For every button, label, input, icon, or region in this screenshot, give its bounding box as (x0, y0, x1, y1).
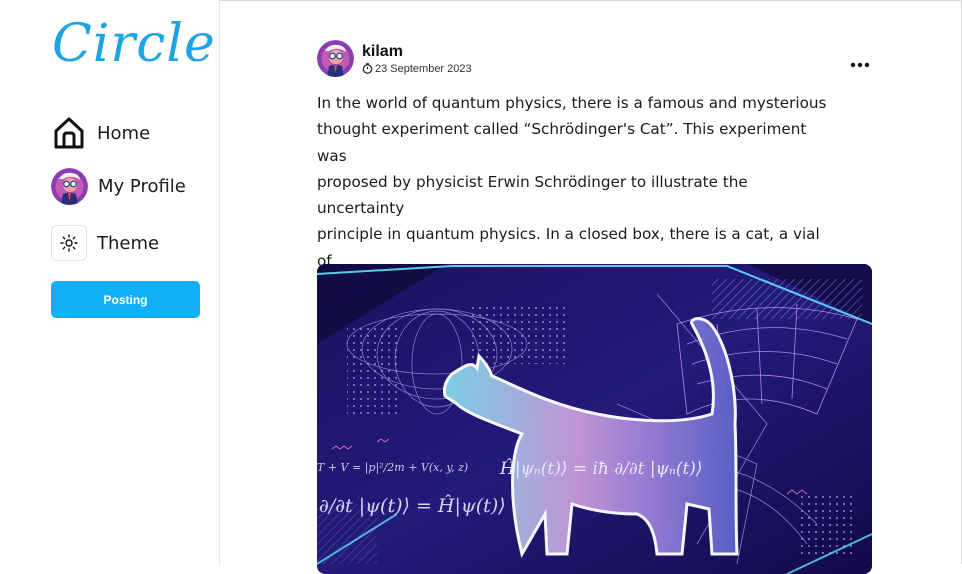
sidebar-item-label: Home (97, 122, 151, 144)
timer-icon (362, 63, 373, 74)
sidebar-item-label: My Profile (98, 176, 186, 197)
post-card: kilam 23 September 2023 In the world of … (317, 40, 873, 574)
post-username[interactable]: kilam (362, 43, 472, 61)
home-icon (51, 115, 87, 151)
avatar[interactable] (317, 40, 354, 77)
post-date: 23 September 2023 (362, 63, 472, 75)
avatar (51, 168, 88, 205)
sidebar-item-label: Theme (97, 232, 160, 254)
more-options-icon[interactable] (850, 52, 870, 73)
svg-text:T + V = |p|²/2m + V(x, y, z): T + V = |p|²/2m + V(x, y, z) (317, 461, 468, 475)
svg-text:Ĥ|ψₙ(t)⟩ = iħ ∂/∂t |ψₙ(t)⟩: Ĥ|ψₙ(t)⟩ = iħ ∂/∂t |ψₙ(t)⟩ (499, 458, 703, 479)
post-date-text: 23 September 2023 (375, 62, 472, 75)
sidebar-item-home[interactable]: Home (51, 115, 150, 151)
posting-button[interactable]: Posting (51, 281, 200, 318)
post-header: kilam 23 September 2023 (317, 40, 873, 77)
post-image[interactable]: Ĥ|ψₙ(t)⟩ = iħ ∂/∂t |ψₙ(t)⟩ ∂/∂t |ψ(t)⟩ =… (317, 264, 872, 574)
post-meta: kilam 23 September 2023 (362, 43, 472, 75)
sun-icon (51, 225, 87, 261)
app-logo[interactable]: Circle (52, 18, 216, 70)
sidebar: Circle Home My Profile Theme Posting (0, 0, 220, 565)
svg-text:∂/∂t |ψ(t)⟩ = Ĥ|ψ(t)⟩: ∂/∂t |ψ(t)⟩ = Ĥ|ψ(t)⟩ (319, 494, 506, 517)
sidebar-item-theme[interactable]: Theme (51, 225, 159, 261)
sidebar-item-my-profile[interactable]: My Profile (51, 168, 186, 205)
